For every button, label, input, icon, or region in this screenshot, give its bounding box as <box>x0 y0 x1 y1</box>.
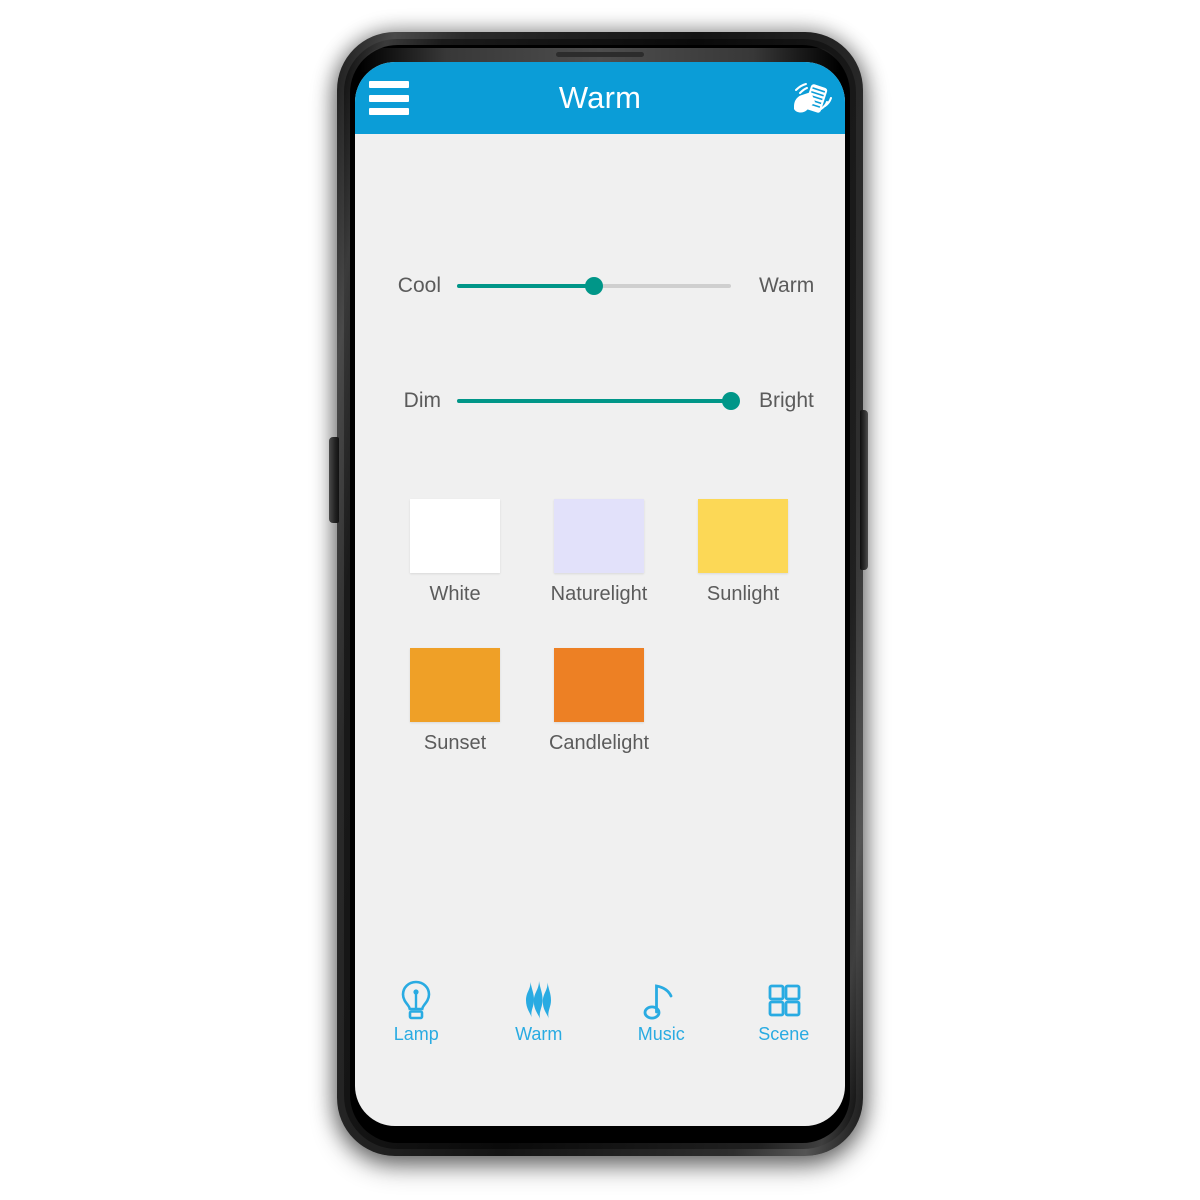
preset-swatch-sunset[interactable]: Sunset <box>383 648 527 755</box>
preset-swatch-color-white[interactable] <box>410 499 500 573</box>
nav-label-lamp: Lamp <box>393 1024 439 1044</box>
preset-swatch-sunlight[interactable]: Sunlight <box>671 499 815 606</box>
preset-swatch-label: White <box>429 583 481 605</box>
color-temperature-slider-thumb[interactable] <box>585 277 603 295</box>
phone-screen: Warm Cool Warm Dim Bright White Natureli… <box>355 62 845 1126</box>
nav-label-warm: Warm <box>515 1024 563 1044</box>
app-content-area: Cool Warm Dim Bright White Naturelight S… <box>355 134 845 1060</box>
app-header-bar: Warm <box>355 62 845 134</box>
color-temperature-slider[interactable] <box>457 272 731 300</box>
nav-item-scene[interactable]: Scene <box>723 978 846 1045</box>
color-temperature-slider-fill <box>457 284 594 288</box>
preset-swatch-color-sunset[interactable] <box>410 648 500 722</box>
hamburger-line-2 <box>369 94 409 102</box>
preset-swatch-label: Sunset <box>423 732 487 754</box>
lightbulb-icon <box>395 978 437 1022</box>
slider-label-dim: Dim <box>403 389 441 412</box>
preset-swatch-white[interactable]: White <box>383 499 527 606</box>
hamburger-menu-icon[interactable] <box>369 81 409 115</box>
phone-volume-button[interactable] <box>329 437 339 523</box>
slider-label-warm: Warm <box>759 274 815 297</box>
nav-label-scene: Scene <box>758 1024 810 1044</box>
slider-row-brightness: Dim Bright <box>355 387 845 415</box>
slider-label-cool: Cool <box>397 274 441 297</box>
preset-swatch-label: Sunlight <box>706 583 780 605</box>
preset-color-grid: White Naturelight Sunlight Sunset Candleligh… <box>383 499 817 797</box>
page-title: Warm <box>558 80 642 115</box>
music-note-icon <box>640 978 682 1022</box>
grid-squares-icon <box>763 978 805 1022</box>
phone-earpiece-speaker <box>556 52 644 57</box>
preset-swatch-color-naturelight[interactable] <box>554 499 644 573</box>
preset-swatch-color-sunlight[interactable] <box>698 499 788 573</box>
preset-swatch-label: Naturelight <box>550 583 648 605</box>
bottom-navigation-bar: Lamp Warm Music Scene <box>355 968 845 1060</box>
preset-swatch-color-candlelight[interactable] <box>554 648 644 722</box>
brightness-slider-thumb[interactable] <box>722 392 740 410</box>
flame-waves-icon <box>518 978 560 1022</box>
nav-label-music: Music <box>637 1024 685 1044</box>
slider-row-color-temperature: Cool Warm <box>355 272 845 300</box>
screenshot-canvas: Warm Cool Warm Dim Bright White Natureli… <box>0 0 1200 1200</box>
preset-swatch-candlelight[interactable]: Candlelight <box>527 648 671 755</box>
hamburger-line-1 <box>369 81 409 88</box>
phone-power-button[interactable] <box>860 410 868 570</box>
nav-item-music[interactable]: Music <box>600 978 723 1045</box>
preset-swatch-label: Candlelight <box>548 732 650 754</box>
slider-label-bright: Bright <box>759 389 814 412</box>
nav-item-warm[interactable]: Warm <box>478 978 601 1045</box>
shake-phone-icon[interactable] <box>787 76 833 122</box>
brightness-slider-fill <box>457 399 731 403</box>
nav-item-lamp[interactable]: Lamp <box>355 978 478 1045</box>
preset-swatch-naturelight[interactable]: Naturelight <box>527 499 671 606</box>
brightness-slider[interactable] <box>457 387 740 415</box>
hamburger-line-3 <box>369 108 409 115</box>
